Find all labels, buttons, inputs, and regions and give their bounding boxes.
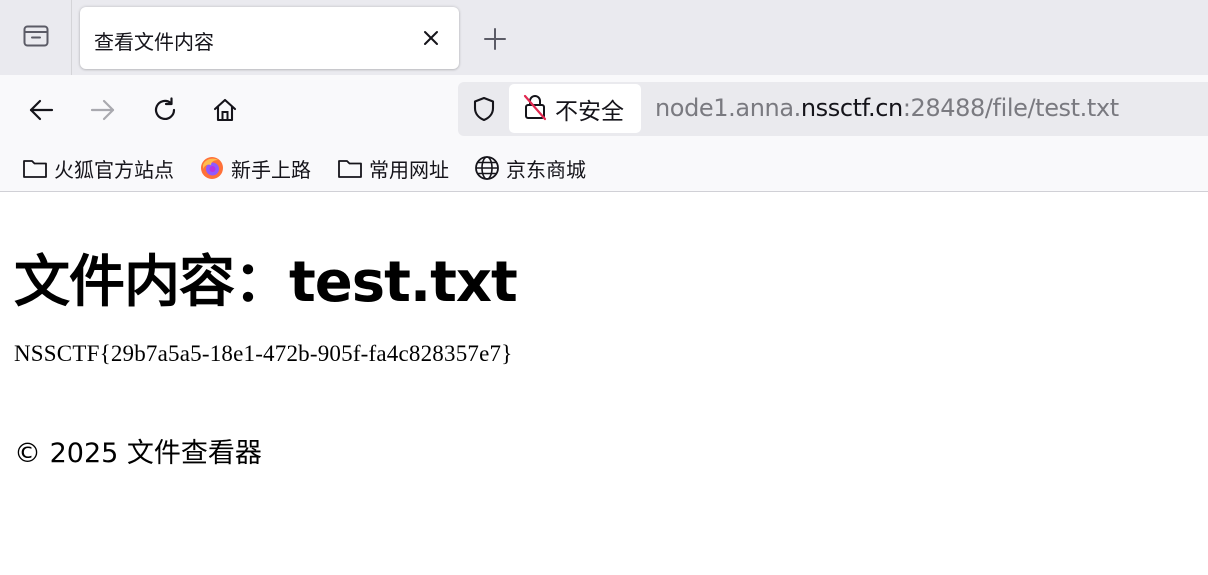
- tab-title: 查看文件内容: [94, 30, 214, 54]
- forward-arrow-icon: [90, 99, 115, 121]
- list-all-tabs-button[interactable]: [0, 0, 72, 75]
- shield-icon: [473, 96, 495, 122]
- home-icon: [213, 98, 237, 122]
- reload-icon: [154, 97, 176, 121]
- back-button[interactable]: [26, 95, 56, 125]
- active-tab[interactable]: 查看文件内容: [80, 7, 459, 69]
- bookmark-label: 京东商城: [506, 157, 586, 182]
- url-prefix: node1.anna.: [655, 94, 801, 122]
- back-arrow-icon: [29, 99, 54, 121]
- page-title: 文件内容：test.txt: [14, 250, 518, 315]
- site-identity-button[interactable]: 不安全: [509, 84, 641, 133]
- page-content: 文件内容：test.txt NSSCTF{29b7a5a5-18e1-472b-…: [0, 193, 1208, 575]
- url-host: nssctf.cn: [800, 94, 903, 122]
- reload-button[interactable]: [150, 95, 180, 125]
- globe-icon: [474, 155, 500, 181]
- close-icon: [424, 31, 438, 45]
- bookmark-getting-started[interactable]: 新手上路: [199, 154, 311, 182]
- close-tab-button[interactable]: [419, 26, 443, 50]
- url-text[interactable]: node1.anna.nssctf.cn:28488/file/test.txt: [655, 94, 1119, 122]
- firefox-icon: [199, 155, 225, 181]
- file-content: NSSCTF{29b7a5a5-18e1-472b-905f-fa4c82835…: [14, 341, 513, 366]
- folder-icon: [22, 155, 48, 181]
- navigation-toolbar: 不安全 node1.anna.nssctf.cn:28488/file/test…: [0, 75, 1208, 145]
- insecure-lock-icon: [523, 93, 547, 125]
- plus-icon: [484, 28, 506, 50]
- insecure-connection-label: 不安全: [555, 98, 624, 125]
- tracking-protection-button[interactable]: [470, 95, 498, 123]
- forward-button[interactable]: [88, 95, 118, 125]
- home-button[interactable]: [210, 95, 240, 125]
- folder-icon: [337, 155, 363, 181]
- bookmark-common-sites[interactable]: 常用网址: [337, 154, 449, 182]
- tab-strip: 查看文件内容: [0, 0, 1208, 75]
- bookmark-label: 常用网址: [369, 157, 449, 182]
- tab-list-icon: [21, 21, 51, 55]
- url-bar[interactable]: 不安全 node1.anna.nssctf.cn:28488/file/test…: [458, 82, 1208, 136]
- bookmark-jd-mall[interactable]: 京东商城: [474, 154, 586, 182]
- bookmarks-toolbar: 火狐官方站点 新手上路 常用网址 京东商城: [0, 145, 1208, 192]
- url-suffix: :28488/file/test.txt: [902, 94, 1119, 122]
- bookmark-label: 新手上路: [231, 157, 311, 182]
- bookmark-firefox-official[interactable]: 火狐官方站点: [22, 154, 174, 182]
- bookmark-label: 火狐官方站点: [54, 157, 174, 182]
- new-tab-button[interactable]: [482, 26, 508, 52]
- page-footer: © 2025 文件查看器: [14, 438, 262, 469]
